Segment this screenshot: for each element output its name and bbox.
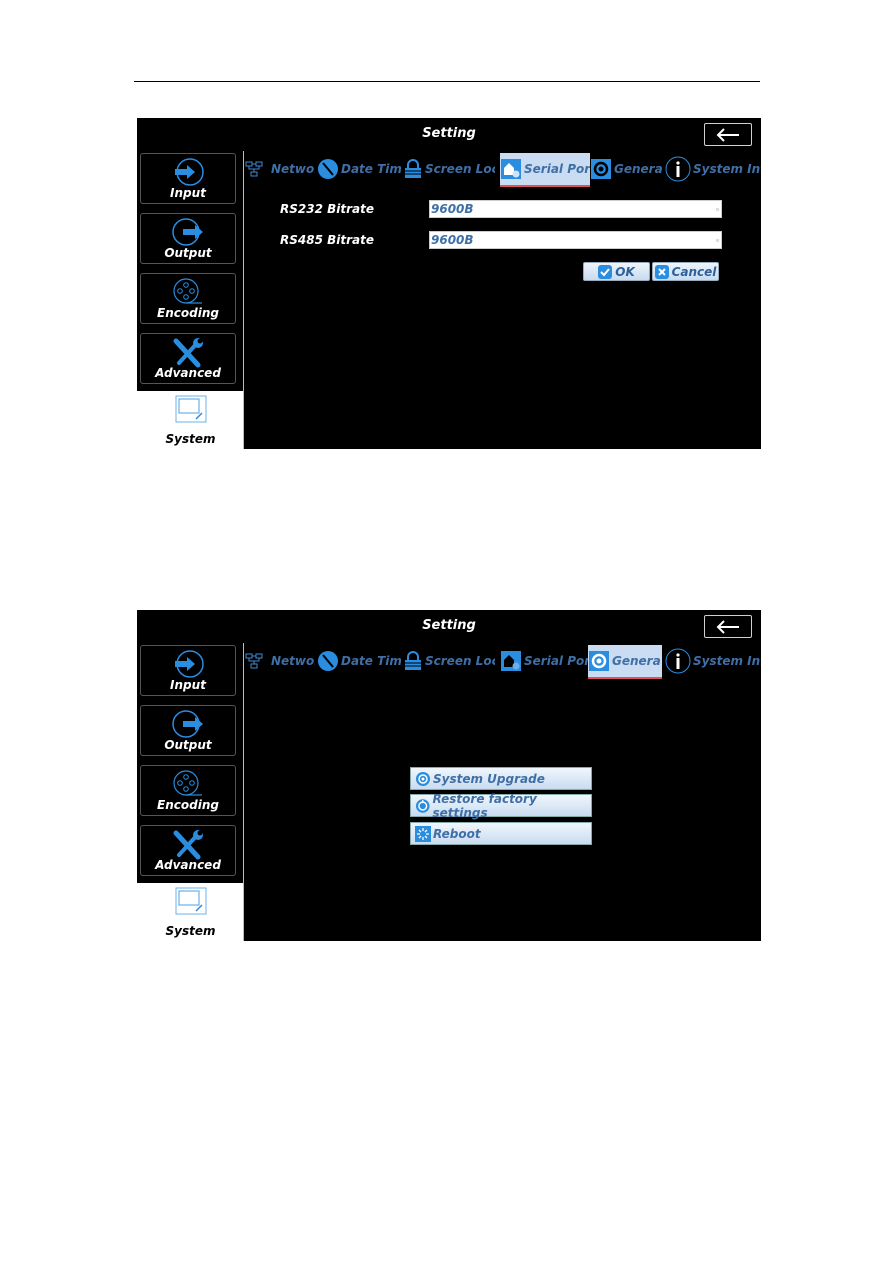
- input-arrow-icon: [175, 158, 204, 186]
- sidebar-item-label: Encoding: [157, 798, 219, 812]
- tab-bar: Networ Date Tim Screen Loc Serial Por Ge…: [245, 645, 761, 679]
- film-reel-icon: [173, 278, 202, 304]
- lock-icon: [405, 159, 421, 178]
- tab-date-time[interactable]: Date Tim: [317, 645, 401, 677]
- sidebar: Input Output Encoding Advanced System: [137, 643, 244, 941]
- sidebar-item-input[interactable]: Input: [140, 153, 236, 204]
- tab-general[interactable]: Genera: [588, 645, 662, 679]
- film-reel-icon: [173, 770, 202, 796]
- tab-general[interactable]: Genera: [590, 153, 665, 185]
- wrench-screwdriver-icon: [173, 338, 203, 368]
- sidebar-item-advanced[interactable]: Advanced: [140, 333, 236, 384]
- cancel-button[interactable]: Cancel: [652, 262, 719, 281]
- checkmark-icon: [598, 264, 613, 279]
- clock-icon: [318, 159, 338, 179]
- arrow-left-icon: [716, 619, 739, 634]
- system-window-icon: [175, 887, 206, 915]
- page-header-rule: [134, 81, 760, 82]
- rs232-bitrate-select[interactable]: 9600B: [429, 200, 722, 218]
- tab-date-time[interactable]: Date Tim: [317, 153, 401, 185]
- restore-factory-settings-button[interactable]: Restore factory settings: [410, 792, 592, 820]
- restore-gear-icon: [415, 798, 430, 813]
- network-icon: [245, 161, 263, 177]
- sidebar-item-advanced[interactable]: Advanced: [140, 825, 236, 876]
- serial-port-icon: [501, 159, 521, 179]
- tab-screen-lock[interactable]: Screen Loc: [403, 645, 495, 677]
- sidebar-item-output[interactable]: Output: [140, 213, 236, 264]
- sidebar-item-label: Encoding: [157, 306, 219, 320]
- ok-button[interactable]: OK: [583, 262, 650, 281]
- arrow-left-icon: [716, 127, 739, 142]
- sidebar-item-output[interactable]: Output: [140, 705, 236, 756]
- rs485-bitrate-label: RS485 Bitrate: [280, 233, 374, 247]
- upgrade-gear-icon: [416, 771, 430, 786]
- info-icon: [665, 156, 691, 182]
- input-arrow-icon: [175, 650, 204, 678]
- sidebar-item-system[interactable]: System: [137, 883, 244, 941]
- tab-system-info[interactable]: System Inf: [665, 153, 761, 185]
- info-icon: [665, 648, 691, 674]
- sidebar-item-encoding[interactable]: Encoding: [140, 765, 236, 816]
- sidebar-item-label: Advanced: [155, 366, 221, 380]
- tab-bar: Networ Date Tim Screen Loc Serial Por Ge…: [245, 153, 761, 187]
- tab-network[interactable]: Networ: [245, 645, 315, 677]
- sidebar-item-input[interactable]: Input: [140, 645, 236, 696]
- tab-serial-port[interactable]: Serial Por: [500, 153, 590, 187]
- rs232-bitrate-label: RS232 Bitrate: [280, 202, 374, 216]
- clock-icon: [318, 651, 338, 671]
- gear-icon: [589, 651, 609, 671]
- close-icon: [654, 264, 669, 279]
- output-arrow-icon: [172, 218, 203, 246]
- tab-network[interactable]: Networ: [245, 153, 315, 185]
- sidebar-item-encoding[interactable]: Encoding: [140, 273, 236, 324]
- reboot-button[interactable]: Reboot: [410, 822, 592, 845]
- wrench-screwdriver-icon: [173, 830, 203, 860]
- back-button[interactable]: [704, 615, 752, 638]
- system-upgrade-button[interactable]: System Upgrade: [410, 767, 592, 790]
- back-button[interactable]: [704, 123, 752, 146]
- sidebar-item-label: System: [165, 432, 216, 446]
- lock-icon: [405, 651, 421, 670]
- settings-screen-serial-port: Setting Input Output Encoding Advanced S…: [137, 118, 761, 449]
- network-icon: [245, 653, 263, 669]
- reboot-icon: [415, 825, 431, 842]
- gear-icon: [591, 159, 611, 179]
- serial-port-icon: [501, 651, 521, 671]
- sidebar-item-label: System: [165, 924, 216, 938]
- sidebar-item-label: Output: [164, 738, 212, 752]
- settings-screen-general: Setting Input Output Encoding Advanced S…: [137, 610, 761, 941]
- sidebar: Input Output Encoding Advanced System: [137, 151, 244, 449]
- tab-serial-port[interactable]: Serial Por: [500, 645, 588, 677]
- page-title: Setting: [422, 618, 476, 633]
- sidebar-divider: [243, 151, 244, 449]
- output-arrow-icon: [172, 710, 203, 738]
- sidebar-divider: [243, 643, 244, 941]
- page-title: Setting: [422, 126, 476, 141]
- system-window-icon: [175, 395, 206, 423]
- sidebar-item-label: Input: [170, 678, 206, 692]
- sidebar-item-label: Advanced: [155, 858, 221, 872]
- rs485-bitrate-select[interactable]: 9600B: [429, 231, 722, 249]
- sidebar-item-system[interactable]: System: [137, 391, 244, 449]
- tab-system-info[interactable]: System Inf: [665, 645, 761, 677]
- sidebar-item-label: Output: [164, 246, 212, 260]
- tab-screen-lock[interactable]: Screen Loc: [403, 153, 495, 185]
- sidebar-item-label: Input: [170, 186, 206, 200]
